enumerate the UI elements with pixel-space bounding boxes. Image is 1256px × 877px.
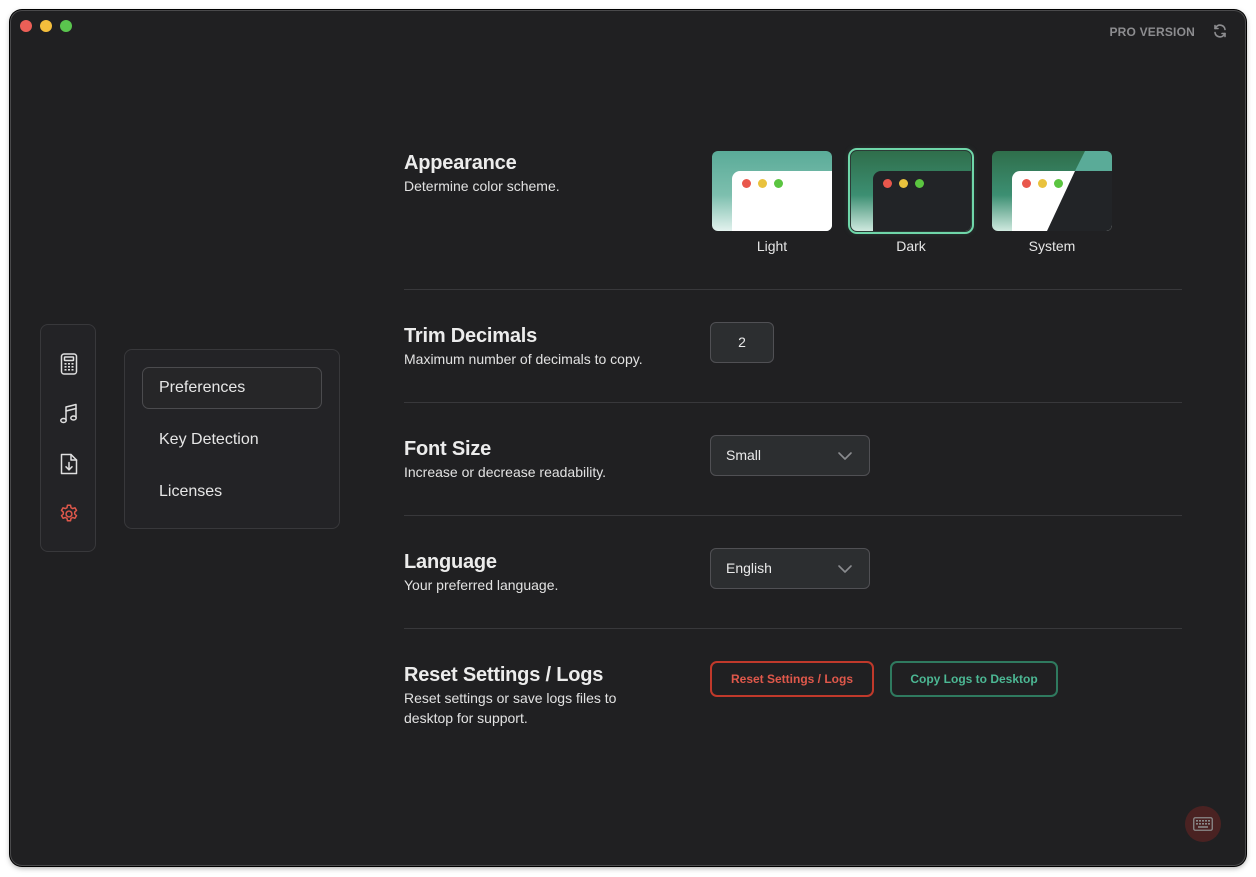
light-theme-preview: [712, 151, 832, 231]
trim-decimals-description: Maximum number of decimals to copy.: [404, 351, 643, 367]
language-title: Language: [404, 551, 497, 573]
trim-decimals-input[interactable]: 2: [710, 322, 774, 363]
pro-version-label[interactable]: PRO VERSION: [1109, 25, 1195, 39]
app-window: PRO VERSION Preferences Key Detection Li…: [10, 10, 1246, 866]
font-size-value: Small: [726, 447, 762, 463]
window-close-button[interactable]: [20, 20, 32, 32]
keyboard-shortcuts-button[interactable]: [1185, 806, 1221, 842]
reset-title: Reset Settings / Logs: [404, 664, 604, 686]
sidebar-item-file-download[interactable]: [57, 452, 81, 476]
settings-submenu: Preferences Key Detection Licenses: [124, 349, 340, 529]
music-note-icon: [60, 403, 77, 424]
calculator-icon: [60, 353, 78, 375]
submenu-item-preferences[interactable]: Preferences: [142, 367, 322, 409]
reset-settings-button[interactable]: Reset Settings / Logs: [710, 661, 874, 697]
system-theme-preview: [992, 151, 1112, 231]
section-divider: [404, 289, 1182, 290]
font-size-description: Increase or decrease readability.: [404, 464, 607, 480]
submenu-item-key-detection[interactable]: Key Detection: [142, 419, 322, 461]
file-download-icon: [60, 453, 78, 475]
appearance-title: Appearance: [404, 152, 517, 174]
theme-option-dark[interactable]: Dark: [848, 148, 974, 254]
submenu-item-licenses[interactable]: Licenses: [142, 471, 322, 513]
font-size-select[interactable]: Small: [710, 435, 870, 476]
reset-description-line1: Reset settings or save logs files to: [404, 690, 617, 706]
section-divider: [404, 628, 1182, 629]
theme-option-light[interactable]: Light: [712, 151, 832, 254]
language-select[interactable]: English: [710, 548, 870, 589]
font-size-section: Font Size Increase or decrease readabili…: [404, 437, 606, 482]
sidebar-item-settings[interactable]: [57, 502, 81, 526]
language-description: Your preferred language.: [404, 577, 559, 593]
section-divider: [404, 515, 1182, 516]
section-divider: [404, 402, 1182, 403]
theme-option-system[interactable]: System: [992, 151, 1112, 254]
appearance-description: Determine color scheme.: [404, 178, 560, 194]
language-value: English: [726, 560, 772, 576]
appearance-section: Appearance Determine color scheme.: [404, 151, 560, 196]
trim-decimals-title: Trim Decimals: [404, 325, 538, 347]
sidebar-item-music[interactable]: [57, 402, 81, 426]
theme-label-light: Light: [756, 238, 788, 254]
window-minimize-button[interactable]: [40, 20, 52, 32]
refresh-icon[interactable]: [1212, 23, 1228, 39]
chevron-down-icon: [838, 452, 852, 460]
sidebar-item-calculator[interactable]: [57, 352, 81, 376]
chevron-down-icon: [838, 565, 852, 573]
trim-decimals-section: Trim Decimals Maximum number of decimals…: [404, 324, 643, 369]
gear-icon: [60, 504, 78, 522]
reset-description-line2: desktop for support.: [404, 710, 528, 726]
copy-logs-button[interactable]: Copy Logs to Desktop: [890, 661, 1058, 697]
reset-section: Reset Settings / Logs Reset settings or …: [404, 663, 616, 728]
theme-label-dark: Dark: [896, 238, 926, 254]
dark-theme-preview: [848, 148, 974, 234]
language-section: Language Your preferred language.: [404, 550, 558, 595]
theme-label-system: System: [1028, 238, 1076, 254]
keyboard-icon: [1193, 817, 1213, 831]
window-maximize-button[interactable]: [60, 20, 72, 32]
icon-sidebar: [40, 324, 96, 552]
font-size-title: Font Size: [404, 438, 492, 460]
